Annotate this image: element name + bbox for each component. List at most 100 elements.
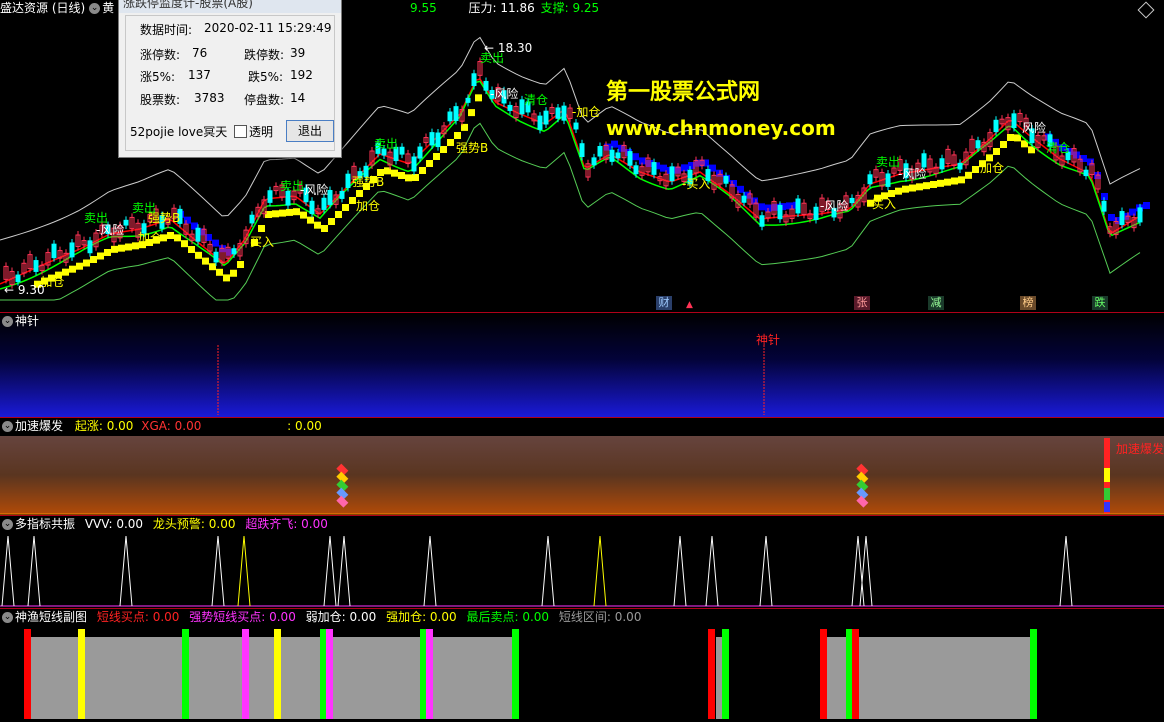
multi-indicator-pane[interactable]: ⌄ 多指标共振 VVV: 0.00 龙头预警: 0.00 超跌齐飞: 0.00 <box>0 516 1164 608</box>
resonance-peak <box>1 535 15 607</box>
collapse-icon[interactable]: ⌄ <box>2 519 13 530</box>
event-marker[interactable]: 财 <box>656 296 672 310</box>
candle-body <box>51 243 57 259</box>
candle-body <box>1083 169 1089 177</box>
halt-label: 停盘数: <box>244 93 285 107</box>
exit-button[interactable]: 退出 <box>286 120 334 142</box>
candle-body <box>1137 207 1143 223</box>
candle-body <box>327 189 333 205</box>
shenzhen-canvas <box>217 345 765 415</box>
candle-body <box>759 215 765 227</box>
time-label: 数据时间: <box>140 23 193 37</box>
ladder-step <box>993 148 1000 155</box>
ladder-step <box>405 174 412 182</box>
pane-title: 多指标共振 <box>15 517 76 531</box>
signal-bar <box>274 629 281 719</box>
candle-body <box>465 97 471 103</box>
limit-down-value: 39 <box>290 46 306 60</box>
ladder-step <box>1000 141 1007 148</box>
longtou-readout: 龙头预警: 0.00 <box>152 517 236 531</box>
shenzhen-header: ⌄ 神针 <box>0 313 41 329</box>
buy-readout: 短线买点: 0.00 <box>96 610 180 624</box>
buy-label: -买入 <box>682 177 710 191</box>
ladder-step <box>440 146 447 153</box>
ladder-step <box>447 139 454 146</box>
shenzhen-marker-label: 神针 <box>756 333 781 347</box>
accel-right-label: 加速爆发 <box>1116 442 1164 456</box>
accel-bar-seg <box>1104 488 1110 500</box>
resonance-peak <box>759 535 773 607</box>
fish-pane[interactable]: ⌄ 神渔短线副图 短线买点: 0.00 强势短线买点: 0.00 弱加仓: 0.0… <box>0 609 1164 722</box>
resonance-peak <box>851 535 865 607</box>
time-value: 2020-02-11 15:29:49 <box>204 21 332 35</box>
collapse-icon[interactable]: ⌄ <box>89 3 101 14</box>
signal-bar <box>846 629 853 719</box>
ladder-step <box>433 153 440 160</box>
clear-label: 清仓 <box>1046 141 1070 155</box>
ladder-step <box>216 268 223 276</box>
candle-body <box>321 197 327 210</box>
risk-label: -风险 <box>300 182 328 197</box>
event-marker[interactable]: 跌 <box>1092 296 1108 310</box>
pane-title: 加速爆发 <box>15 419 64 433</box>
signal-bar <box>852 629 859 719</box>
event-arrow-icon[interactable]: ▲ <box>686 300 693 310</box>
transparent-label: 透明 <box>249 125 274 139</box>
ladder-step <box>83 259 90 267</box>
candle-body <box>87 240 93 254</box>
signal-bar <box>722 629 729 719</box>
risk-label: -风险 <box>490 86 518 101</box>
ladder-step <box>412 174 419 181</box>
ladder-step <box>237 261 244 268</box>
ladder-step <box>300 211 307 219</box>
collapse-icon[interactable]: ⌄ <box>2 612 13 623</box>
ladder-step <box>895 187 902 195</box>
limit-down-label: 跌停数: <box>244 48 285 62</box>
ladder-step <box>286 208 293 216</box>
shenzhen-pane[interactable]: ⌄ 神针 神针 <box>0 313 1164 417</box>
strong-label: 强势B <box>352 175 384 189</box>
ladder-step <box>125 243 132 251</box>
resonance-peak <box>423 535 437 607</box>
accel-pane[interactable]: ⌄ 加速爆发 起涨: 0.00 XGA: 0.00 : 0.00 加速爆发 <box>0 418 1164 515</box>
ladder-step <box>951 177 958 185</box>
add-label: 加仓 <box>980 161 1004 175</box>
signal-bar <box>426 629 433 719</box>
event-marker[interactable]: 张 <box>854 296 870 310</box>
ladder-step <box>181 240 188 248</box>
resonance-peak <box>211 535 225 607</box>
resonance-peak <box>705 535 719 607</box>
checkbox-icon[interactable] <box>234 125 247 138</box>
strong-label: 强势B <box>148 211 180 225</box>
chaodie-readout: 超跌齐飞: 0.00 <box>245 517 328 531</box>
collapse-icon[interactable]: ⌄ <box>2 316 13 327</box>
accel-bar-seg <box>1104 502 1110 512</box>
candle-body <box>627 151 633 166</box>
candle-body <box>609 149 615 162</box>
ladder-step <box>76 262 83 270</box>
resonance-peak <box>323 535 337 607</box>
ladder-step <box>167 232 174 239</box>
transparent-checkbox[interactable]: 透明 <box>234 123 273 140</box>
ladder-step <box>1007 134 1014 141</box>
ladder-step <box>272 210 279 218</box>
limit-monitor-dialog[interactable]: 涨跌停监度计-股票(A股) 数据时间: 2020-02-11 15:29:49 … <box>118 0 342 158</box>
candle-body <box>15 274 21 283</box>
ladder-step <box>118 244 125 252</box>
accel-bar-seg <box>1104 468 1110 482</box>
event-marker[interactable]: 榜 <box>1020 296 1036 310</box>
signal-bar <box>326 629 333 719</box>
candle-body <box>231 248 237 255</box>
resonance-peak <box>1059 535 1073 607</box>
signal-bar <box>24 629 31 719</box>
event-marker[interactable]: 减 <box>928 296 944 310</box>
extra-readout: : 0.00 <box>287 419 322 433</box>
ladder-step <box>426 160 433 167</box>
ladder-step <box>475 94 482 102</box>
candle-body <box>471 73 477 87</box>
collapse-icon[interactable]: ⌄ <box>2 421 13 432</box>
candle-body <box>885 173 891 187</box>
ladder-step <box>174 234 181 242</box>
candle-body <box>777 204 783 220</box>
candle-body <box>795 198 801 214</box>
